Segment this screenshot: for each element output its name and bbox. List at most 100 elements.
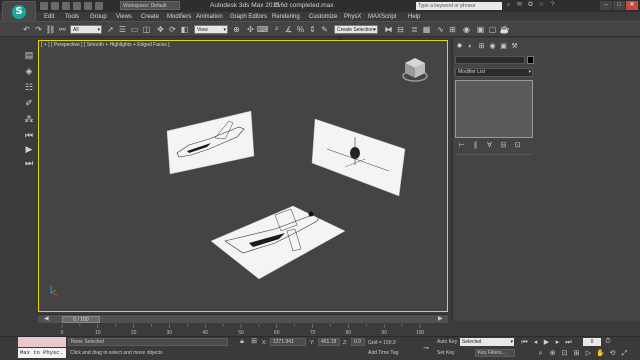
motion-tab-icon[interactable]: ◉ bbox=[488, 42, 497, 51]
maxscript-listener-output[interactable] bbox=[18, 337, 66, 347]
next-frame-icon[interactable]: ▸ bbox=[553, 338, 562, 347]
goto-end-icon[interactable]: ⏭ bbox=[24, 158, 34, 168]
select-and-scale-icon[interactable]: ◧ bbox=[180, 25, 189, 34]
make-unique-icon[interactable]: ∀ bbox=[485, 142, 494, 150]
absolute-mode-icon[interactable]: ⊞ bbox=[250, 338, 258, 346]
reference-coordinate-dropdown[interactable]: View bbox=[194, 25, 228, 35]
menu-group[interactable]: Group bbox=[90, 14, 107, 20]
goto-end-icon[interactable]: ⏭ bbox=[564, 338, 573, 347]
brush-icon[interactable]: ✐ bbox=[24, 98, 34, 108]
project-folder-icon[interactable] bbox=[95, 2, 103, 10]
percent-snap-icon[interactable]: % bbox=[296, 25, 305, 34]
object-paint-icon[interactable]: ◈ bbox=[24, 66, 34, 76]
align-icon[interactable]: ⊟ bbox=[396, 25, 405, 34]
edit-named-selections-icon[interactable]: ✎ bbox=[320, 25, 329, 34]
current-frame-field[interactable]: 0 bbox=[583, 338, 601, 346]
communication-icon[interactable]: ✪ bbox=[527, 2, 534, 9]
subscription-icon[interactable]: ✉ bbox=[516, 2, 523, 9]
scene-explorer-icon[interactable]: ⁂ bbox=[24, 114, 34, 124]
time-configuration-icon[interactable]: ⏱ bbox=[604, 338, 612, 346]
snaps-toggle-icon[interactable]: ³ bbox=[272, 25, 281, 34]
undo-icon[interactable] bbox=[73, 2, 81, 10]
zoom-extents-all-icon[interactable]: ⊞ bbox=[572, 349, 581, 358]
curve-editor-icon[interactable]: ∿ bbox=[436, 25, 445, 34]
menu-rendering[interactable]: Rendering bbox=[272, 14, 300, 20]
modify-tab-icon[interactable]: ◐ bbox=[466, 42, 475, 51]
prev-frame-arrow-icon[interactable]: ◀ bbox=[44, 315, 49, 324]
zoom-icon[interactable]: ⌕ bbox=[536, 349, 545, 358]
set-key-button[interactable]: Set Key bbox=[437, 350, 455, 356]
field-of-view-icon[interactable]: ▷ bbox=[584, 349, 593, 358]
goto-start-icon[interactable]: ⏮ bbox=[520, 338, 529, 347]
render-setup-icon[interactable]: ▣ bbox=[476, 25, 485, 34]
pan-icon[interactable]: ✋ bbox=[596, 349, 605, 358]
remove-modifier-icon[interactable]: ⊟ bbox=[499, 142, 508, 150]
keyboard-shortcut-icon[interactable]: ⌨ bbox=[257, 25, 269, 34]
application-menu-button[interactable]: S bbox=[2, 1, 36, 23]
select-and-rotate-icon[interactable]: ⟳ bbox=[168, 25, 177, 34]
unlink-icon[interactable]: ⚯ bbox=[58, 25, 67, 34]
save-file-icon[interactable] bbox=[62, 2, 70, 10]
reference-plane-side[interactable] bbox=[166, 110, 255, 175]
play-icon[interactable]: ▶ bbox=[542, 338, 551, 347]
close-button[interactable]: ✕ bbox=[626, 1, 638, 10]
layer-manager-icon[interactable]: ≣ bbox=[410, 25, 419, 34]
mirror-icon[interactable]: ⧓ bbox=[384, 25, 393, 34]
object-name-field[interactable] bbox=[455, 56, 525, 64]
key-selection-dropdown[interactable]: Selected bbox=[460, 338, 514, 346]
search-icon[interactable]: ⌕ bbox=[505, 2, 512, 9]
select-by-name-icon[interactable]: ☰ bbox=[118, 25, 127, 34]
prev-frame-icon[interactable]: ◂ bbox=[531, 338, 540, 347]
select-object-icon[interactable]: ➚ bbox=[106, 25, 115, 34]
time-slider[interactable]: ◀ 0 / 100 ▶ bbox=[38, 314, 448, 323]
create-tab-icon[interactable]: ✹ bbox=[455, 42, 464, 51]
spinner-snap-icon[interactable]: ⇕ bbox=[308, 25, 317, 34]
select-and-move-icon[interactable]: ✥ bbox=[156, 25, 165, 34]
utilities-tab-icon[interactable]: ⚒ bbox=[510, 42, 519, 51]
hierarchy-tab-icon[interactable]: ⊞ bbox=[477, 42, 486, 51]
y-coordinate-field[interactable]: 461.18 bbox=[318, 338, 340, 346]
show-end-result-icon[interactable]: ∥ bbox=[471, 142, 480, 150]
menu-graph-editors[interactable]: Graph Editors bbox=[230, 14, 267, 20]
object-color-swatch[interactable] bbox=[527, 56, 534, 64]
menu-customize[interactable]: Customize bbox=[309, 14, 337, 20]
minimize-button[interactable]: – bbox=[600, 1, 612, 10]
pivot-center-icon[interactable]: ⊕ bbox=[232, 25, 241, 34]
modifier-list-dropdown[interactable]: Modifier List bbox=[455, 68, 533, 77]
menu-maxscript[interactable]: MAXScript bbox=[368, 14, 396, 20]
render-production-icon[interactable]: ☕ bbox=[500, 25, 510, 34]
key-mode-icon[interactable]: ⊸ bbox=[422, 345, 430, 353]
key-filters-button[interactable]: Key Filters... bbox=[475, 349, 515, 357]
select-and-link-icon[interactable]: ⛓ bbox=[45, 25, 55, 34]
angle-snap-icon[interactable]: ∡ bbox=[284, 25, 293, 34]
menu-modifiers[interactable]: Modifiers bbox=[167, 14, 191, 20]
zoom-extents-icon[interactable]: ⊡ bbox=[560, 349, 569, 358]
undo-icon[interactable]: ↶ bbox=[22, 25, 31, 34]
populate-icon[interactable]: ☷ bbox=[24, 82, 34, 92]
reference-plane-top[interactable] bbox=[210, 205, 346, 280]
workspace-dropdown[interactable]: Workspace: Default bbox=[120, 1, 180, 10]
menu-tools[interactable]: Tools bbox=[65, 14, 79, 20]
maximize-viewport-icon[interactable]: ⤢ bbox=[620, 349, 629, 358]
redo-icon[interactable] bbox=[84, 2, 92, 10]
time-slider-handle[interactable]: 0 / 100 bbox=[62, 316, 100, 323]
schematic-view-icon[interactable]: ⊞ bbox=[448, 25, 457, 34]
help-icon[interactable]: ? bbox=[549, 2, 556, 9]
play-icon[interactable]: ▶ bbox=[24, 144, 34, 154]
open-file-icon[interactable] bbox=[51, 2, 59, 10]
goto-start-icon[interactable]: ⏮ bbox=[24, 130, 34, 140]
menu-physx[interactable]: PhysX bbox=[344, 14, 361, 20]
modifier-stack[interactable] bbox=[455, 80, 533, 138]
pin-stack-icon[interactable]: ⊢ bbox=[457, 142, 466, 150]
container-icon[interactable]: ▤ bbox=[24, 50, 34, 60]
redo-icon[interactable]: ↷ bbox=[34, 25, 43, 34]
viewcube-icon[interactable] bbox=[401, 55, 429, 83]
maxscript-mini-listener[interactable]: Max to Physc. bbox=[18, 348, 66, 358]
selection-filter-dropdown[interactable]: All bbox=[70, 25, 102, 35]
selection-lock-icon[interactable]: 🔒︎ bbox=[238, 338, 246, 346]
zoom-all-icon[interactable]: ⊕ bbox=[548, 349, 557, 358]
menu-views[interactable]: Views bbox=[116, 14, 132, 20]
window-crossing-icon[interactable]: ◫ bbox=[142, 25, 151, 34]
perspective-viewport[interactable]: [ + ] [ Perspective ] [ Smooth + Highlig… bbox=[38, 40, 448, 312]
z-coordinate-field[interactable]: 0.0 bbox=[351, 338, 365, 346]
